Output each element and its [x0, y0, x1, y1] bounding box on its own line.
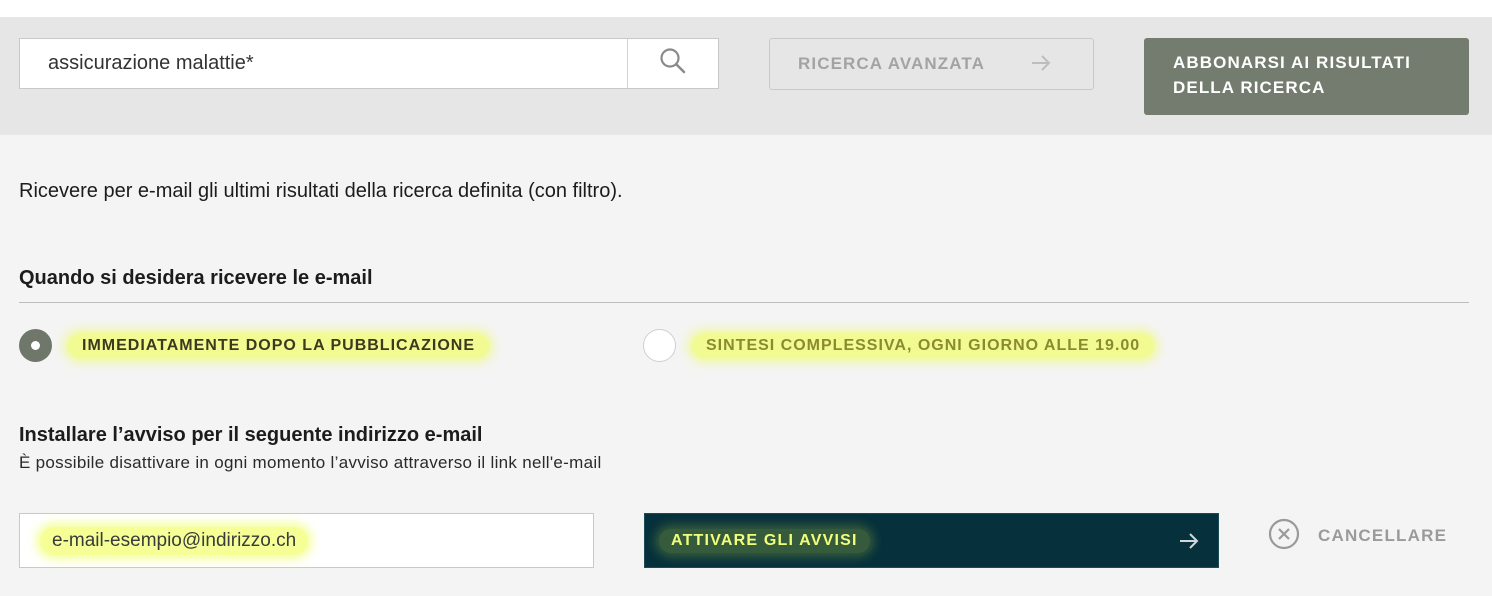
activate-alerts-button[interactable]: ATTIVARE GLI AVVISI	[644, 513, 1219, 568]
radio-daily-summary[interactable]	[643, 329, 676, 362]
subscribe-results-button[interactable]: ABBONARSI AI RISULTATI DELLA RICERCA	[1144, 38, 1469, 115]
search-box	[19, 38, 719, 89]
email-section-title: Installare l’avviso per il seguente indi…	[19, 424, 483, 446]
intro-text: Ricevere per e-mail gli ultimi risultati…	[19, 180, 623, 202]
arrow-right-icon	[1030, 52, 1052, 79]
advanced-search-label: RICERCA AVANZATA	[798, 54, 985, 73]
arrow-right-icon	[1178, 530, 1200, 557]
activate-alerts-label: ATTIVARE GLI AVVISI	[659, 528, 870, 553]
close-circle-icon	[1268, 518, 1300, 555]
cancel-button[interactable]: CANCELLARE	[1268, 518, 1448, 555]
email-section-note: È possibile disattivare in ogni momento …	[19, 453, 602, 472]
email-value: e-mail-esempio@indirizzo.ch	[40, 526, 309, 555]
search-button[interactable]	[627, 39, 718, 88]
cancel-label: CANCELLARE	[1318, 526, 1448, 545]
email-field[interactable]: e-mail-esempio@indirizzo.ch	[19, 513, 594, 568]
divider	[19, 302, 1469, 303]
search-icon	[659, 47, 687, 80]
frequency-title: Quando si desidera ricevere le e-mail	[19, 267, 373, 289]
option-immediately-label[interactable]: IMMEDIATAMENTE DOPO LA PUBBLICAZIONE	[68, 334, 490, 358]
option-daily-summary-label[interactable]: SINTESI COMPLESSIVA, OGNI GIORNO ALLE 19…	[692, 334, 1155, 358]
search-input[interactable]	[20, 39, 627, 88]
advanced-search-button[interactable]: RICERCA AVANZATA	[769, 38, 1094, 90]
top-strip	[0, 0, 1492, 17]
radio-immediately[interactable]	[19, 329, 52, 362]
